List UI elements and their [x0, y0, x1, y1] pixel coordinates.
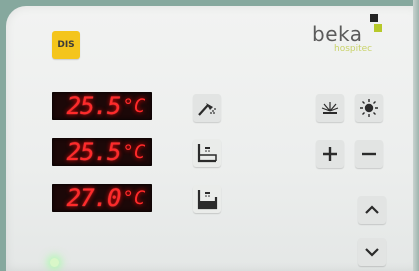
dim-light-button[interactable] [316, 94, 344, 122]
display-2-value: 25.5 [66, 138, 122, 166]
logo-word: beka [312, 22, 363, 46]
plus-button[interactable] [316, 140, 344, 168]
temperature-display-3: 27.0 °C [52, 184, 152, 212]
bath-full-icon [197, 190, 218, 210]
temperature-display-1: 25.5 °C [52, 92, 152, 120]
bath-low-level-icon [197, 144, 217, 163]
down-button[interactable] [358, 238, 386, 266]
display-3-value: 27.0 [66, 184, 122, 212]
display-1-value: 25.5 [66, 92, 122, 120]
dim-light-icon [321, 102, 339, 114]
chevron-down-icon [365, 248, 379, 257]
light-bulb-icon [360, 99, 378, 117]
display-2-unit: °C [122, 141, 146, 163]
display-1-unit: °C [122, 95, 146, 117]
panel-edge [413, 0, 419, 271]
logo-square-dark [370, 14, 378, 22]
light-button[interactable] [355, 94, 383, 122]
dis-button[interactable]: DIS [52, 31, 80, 59]
plus-icon [323, 147, 337, 161]
minus-icon [362, 152, 376, 156]
bath-full-button[interactable] [193, 185, 221, 213]
minus-button[interactable] [355, 140, 383, 168]
shower-head-icon [198, 103, 216, 116]
beka-logo: beka hospitec [312, 14, 392, 62]
shower-button[interactable] [193, 94, 221, 122]
bath-low-button[interactable] [193, 139, 221, 167]
status-led [50, 258, 59, 267]
chevron-up-icon [365, 205, 379, 214]
display-3-unit: °C [122, 187, 146, 209]
temperature-display-2: 25.5 °C [52, 138, 152, 166]
logo-subtitle: hospitec [334, 44, 373, 54]
up-button[interactable] [358, 196, 386, 224]
logo-square-green [374, 24, 382, 32]
